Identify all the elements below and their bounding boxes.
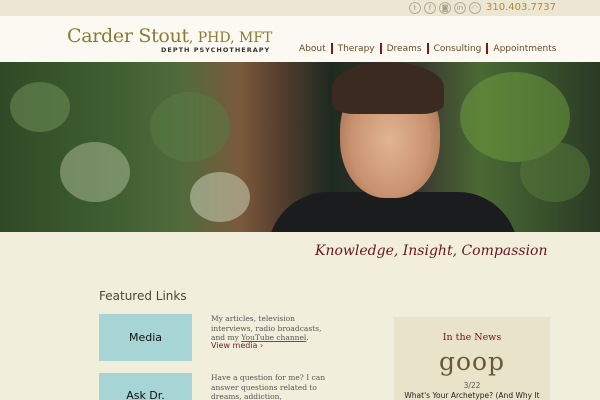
nav-dreams[interactable]: Dreams [382, 44, 427, 54]
nav-about[interactable]: About [294, 44, 331, 54]
top-utility-bar: t f ◙ in ◠ 310.403.7737 [0, 0, 600, 16]
main-nav: About Therapy Dreams Consulting Appointm… [294, 43, 561, 54]
linkedin-icon[interactable]: in [454, 2, 466, 14]
news-headline-link[interactable]: What's Your Archetype? (And Why It [394, 391, 550, 400]
site-logo[interactable]: Carder Stout, PHD, MFT [67, 25, 272, 47]
news-date: 3/22 [463, 381, 481, 390]
media-card-button[interactable]: Media [99, 314, 192, 361]
foliage [520, 142, 590, 202]
ask-dr-card-button[interactable]: Ask Dr. [99, 373, 192, 400]
featured-links-heading: Featured Links [99, 289, 187, 303]
nav-appointments[interactable]: Appointments [488, 44, 561, 54]
podcast-icon[interactable]: ◠ [469, 2, 481, 14]
media-description: My articles, television interviews, radi… [211, 314, 331, 343]
portrait-hair [332, 62, 444, 114]
nav-therapy[interactable]: Therapy [333, 44, 380, 54]
goop-logo[interactable]: goop [394, 347, 550, 376]
nav-consulting[interactable]: Consulting [429, 44, 487, 54]
foliage [60, 142, 130, 202]
media-description-end: . [306, 333, 309, 342]
ask-dr-description: Have a question for me? I can answer que… [211, 373, 326, 400]
foliage [190, 172, 250, 222]
portrait-jacket [268, 192, 518, 232]
logo-name: Carder Stout [67, 25, 189, 47]
in-the-news-panel: In the News goop 3/22 What's Your Archet… [394, 317, 550, 400]
phone-number[interactable]: 310.403.7737 [486, 2, 556, 13]
hero-photo [0, 62, 600, 232]
facebook-icon[interactable]: f [424, 2, 436, 14]
logo-credentials: , PHD, MFT [188, 30, 273, 46]
logo-subtitle: DEPTH PSYCHOTHERAPY [161, 46, 271, 54]
social-links: t f ◙ in ◠ [409, 2, 481, 14]
foliage [150, 92, 230, 162]
view-media-link[interactable]: View media › [211, 341, 263, 350]
tagline: Knowledge, Insight, Compassion [315, 243, 548, 259]
news-title: In the News [442, 332, 502, 343]
foliage [10, 82, 70, 132]
twitter-icon[interactable]: t [409, 2, 421, 14]
instagram-icon[interactable]: ◙ [439, 2, 451, 14]
site-header: Carder Stout, PHD, MFT DEPTH PSYCHOTHERA… [0, 16, 600, 62]
